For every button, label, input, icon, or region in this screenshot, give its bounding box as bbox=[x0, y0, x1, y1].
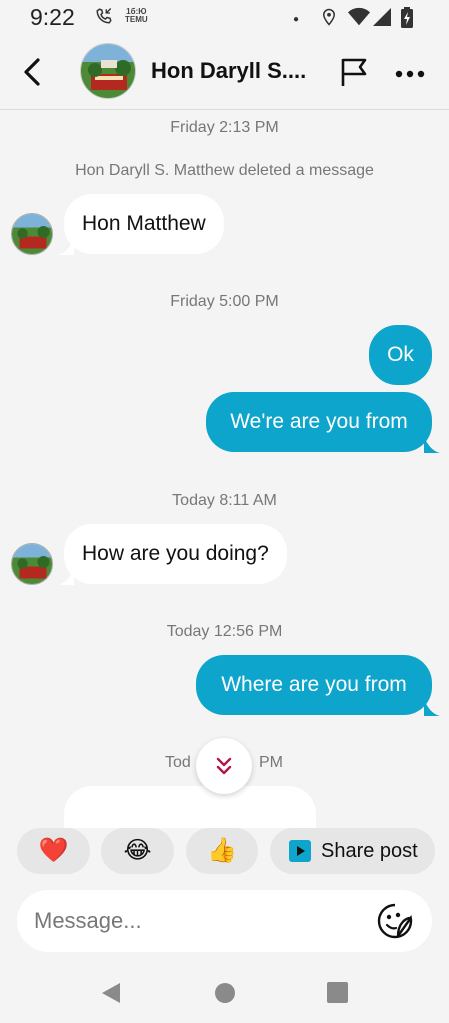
message-composer bbox=[17, 890, 432, 952]
temu-notification-icon: 1б:Ю TEMU bbox=[125, 8, 148, 24]
wifi-icon bbox=[348, 7, 370, 33]
report-button[interactable] bbox=[338, 56, 370, 88]
message-bubble-outgoing[interactable]: We're are you from bbox=[206, 392, 432, 452]
thumbs-up-reaction-button[interactable]: 👍 bbox=[186, 828, 258, 874]
cell-signal-icon bbox=[372, 7, 392, 33]
location-icon bbox=[320, 7, 338, 33]
message-bubble-outgoing[interactable]: Where are you from bbox=[196, 655, 432, 715]
contact-avatar-small[interactable] bbox=[11, 213, 53, 255]
share-post-label: Share post bbox=[321, 840, 418, 862]
message-input[interactable] bbox=[34, 890, 374, 952]
heart-reaction-button[interactable]: ❤️ bbox=[17, 828, 90, 874]
dot-icon: ● bbox=[293, 14, 300, 25]
sticker-face-icon bbox=[377, 903, 413, 939]
more-options-button[interactable] bbox=[395, 66, 425, 78]
message-bubble-outgoing[interactable]: Ok bbox=[369, 325, 432, 385]
message-bubble-incoming-partial[interactable] bbox=[64, 786, 316, 828]
phone-call-icon bbox=[95, 7, 113, 31]
message-bubble-incoming[interactable]: Hon Matthew bbox=[64, 194, 224, 254]
laugh-reaction-button[interactable]: 😂 bbox=[101, 828, 174, 874]
double-chevron-down-icon bbox=[216, 757, 232, 775]
laughing-face-icon: 😂 bbox=[123, 837, 152, 864]
chat-header: Hon Daryll S.... bbox=[0, 36, 449, 110]
timestamp: Today 8:11 AM bbox=[172, 492, 277, 509]
contact-name[interactable]: Hon Daryll S.... bbox=[151, 58, 306, 84]
nav-recents-icon[interactable] bbox=[327, 982, 348, 1003]
scroll-to-bottom-button[interactable] bbox=[196, 738, 252, 794]
sticker-button[interactable] bbox=[377, 903, 413, 939]
bubble-tail bbox=[424, 700, 440, 716]
nav-back-icon[interactable] bbox=[100, 982, 122, 1004]
play-square-icon bbox=[289, 840, 311, 862]
quick-reaction-bar: ❤️ 😂 👍 Share post bbox=[0, 828, 449, 874]
thumbs-up-icon: 👍 bbox=[207, 837, 237, 864]
flag-icon bbox=[341, 58, 367, 86]
timestamp-partial-start: Tod bbox=[165, 754, 191, 771]
timestamp: Friday 5:00 PM bbox=[170, 293, 279, 310]
timestamp: Today 12:56 PM bbox=[166, 623, 283, 640]
timestamp-partial-end: PM bbox=[259, 754, 283, 771]
system-navigation-bar bbox=[0, 962, 449, 1023]
bubble-tail bbox=[424, 437, 440, 453]
nav-home-icon[interactable] bbox=[214, 982, 236, 1004]
message-bubble-incoming[interactable]: How are you doing? bbox=[64, 524, 287, 584]
status-time: 9:22 bbox=[30, 4, 75, 30]
heart-icon: ❤️ bbox=[38, 837, 69, 864]
contact-avatar-small[interactable] bbox=[11, 543, 53, 585]
contact-avatar[interactable] bbox=[80, 43, 136, 99]
share-post-button[interactable]: Share post bbox=[270, 828, 435, 874]
system-message: Hon Daryll S. Matthew deleted a message bbox=[75, 162, 374, 179]
more-horizontal-icon bbox=[395, 70, 425, 78]
temu-label-bottom: TEMU bbox=[125, 15, 148, 24]
status-bar: 9:22 1б:Ю TEMU ● bbox=[0, 0, 449, 36]
chevron-left-icon bbox=[24, 58, 40, 86]
back-button[interactable] bbox=[18, 56, 48, 88]
timestamp: Friday 2:13 PM bbox=[170, 119, 279, 136]
battery-icon bbox=[400, 7, 414, 35]
